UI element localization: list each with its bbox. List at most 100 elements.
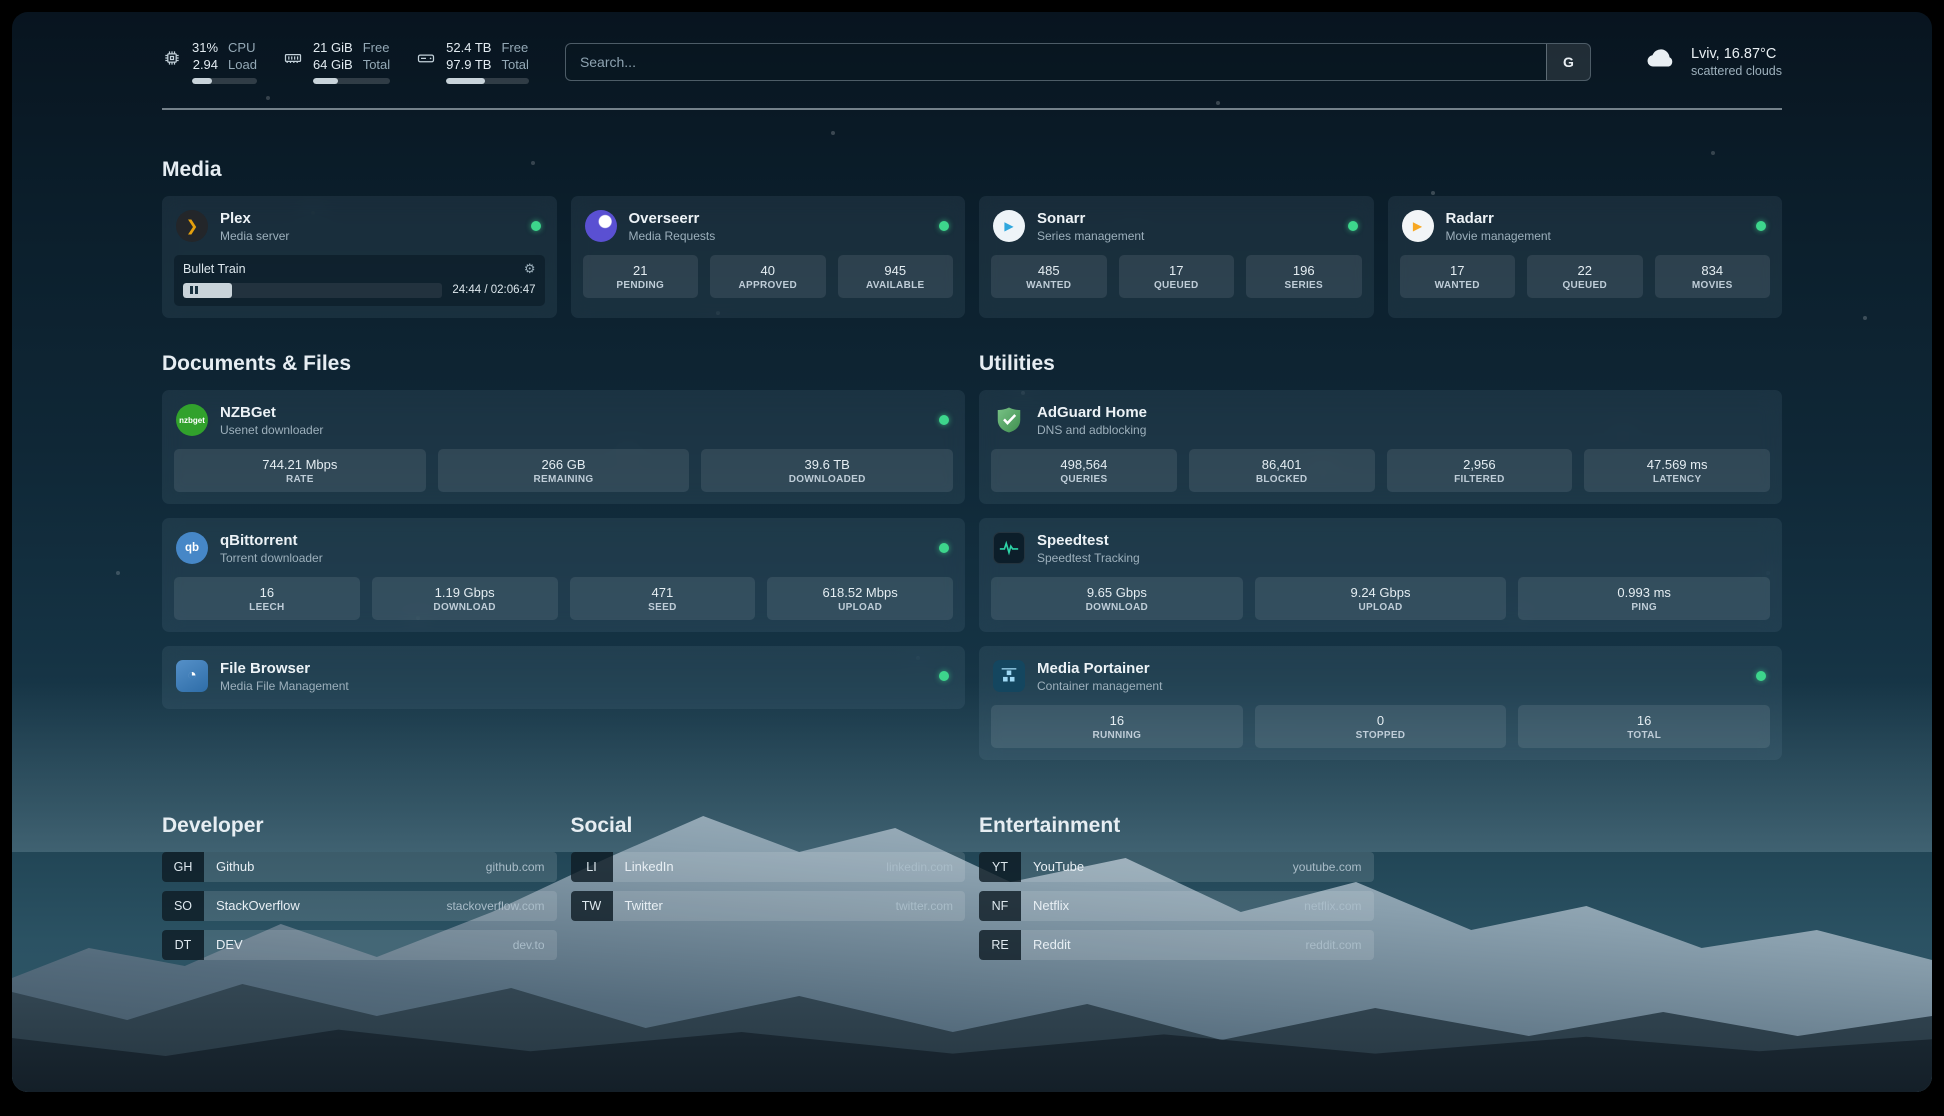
- stat-leech: 16 LEECH: [174, 577, 360, 620]
- memory-label-bottom: Total: [363, 57, 390, 74]
- disk-label-bottom: Total: [501, 57, 528, 74]
- stat-queued: 17 QUEUED: [1119, 255, 1235, 298]
- bookmark-youtube[interactable]: YT YouTube youtube.com: [979, 852, 1374, 882]
- service-card-portainer[interactable]: Media Portainer Container management 16 …: [979, 646, 1782, 760]
- disk-widget: 52.4 TB Free 97.9 TB Total: [416, 40, 529, 84]
- disk-free: 52.4 TB: [446, 40, 491, 57]
- bookmark-name: DEV: [204, 937, 243, 952]
- bookmark-domain: linkedin.com: [886, 860, 965, 874]
- bookmark-dev[interactable]: DT DEV dev.to: [162, 930, 557, 960]
- stat-blocked: 86,401 BLOCKED: [1189, 449, 1375, 492]
- gear-icon[interactable]: ⚙: [524, 261, 536, 277]
- cpu-label-top: CPU: [228, 40, 257, 57]
- topbar-divider: [162, 108, 1782, 110]
- service-card-plex[interactable]: ❯ Plex Media server Bullet Train ⚙: [162, 196, 557, 318]
- bookmark-reddit[interactable]: RE Reddit reddit.com: [979, 930, 1374, 960]
- plex-icon: ❯: [176, 210, 208, 242]
- service-name: qBittorrent: [220, 532, 323, 549]
- cpu-icon: [162, 48, 182, 68]
- service-card-radarr[interactable]: ▶ Radarr Movie management 17 WANTED 22 Q…: [1388, 196, 1783, 318]
- stat-seed: 471 SEED: [570, 577, 756, 620]
- section-title-media: Media: [162, 158, 1782, 182]
- service-description: DNS and adblocking: [1037, 423, 1147, 437]
- service-description: Container management: [1037, 679, 1162, 693]
- search-bar: G: [565, 43, 1591, 81]
- adguard-icon: [993, 404, 1025, 436]
- bookmark-group-developer: Developer GH Github github.com SO StackO…: [162, 814, 557, 969]
- service-card-speedtest[interactable]: Speedtest Speedtest Tracking 9.65 Gbps D…: [979, 518, 1782, 632]
- service-card-overseerr[interactable]: Overseerr Media Requests 21 PENDING 40 A…: [571, 196, 966, 318]
- section-title-social: Social: [571, 814, 966, 838]
- bookmark-abbr: NF: [979, 891, 1021, 921]
- cpu-percent: 31%: [192, 40, 218, 57]
- radarr-icon: ▶: [1402, 210, 1434, 242]
- service-card-nzbget[interactable]: nzbget NZBGet Usenet downloader 744.21 M…: [162, 390, 965, 504]
- search-provider-button[interactable]: G: [1546, 44, 1590, 80]
- bookmark-domain: netflix.com: [1304, 899, 1373, 913]
- qbittorrent-icon: qb: [176, 532, 208, 564]
- service-card-filebrowser[interactable]: ◔ File Browser Media File Management: [162, 646, 965, 709]
- bookmark-domain: dev.to: [513, 938, 557, 952]
- service-name: Media Portainer: [1037, 660, 1162, 677]
- stat-downloaded: 39.6 TB DOWNLOADED: [701, 449, 953, 492]
- stat-latency: 47.569 ms LATENCY: [1584, 449, 1770, 492]
- lower-card-columns: Documents & Files nzbget NZBGet Usenet d…: [162, 318, 1782, 760]
- stat-remaining: 266 GB REMAINING: [438, 449, 690, 492]
- bookmark-domain: youtube.com: [1293, 860, 1374, 874]
- search-input[interactable]: [566, 44, 1546, 80]
- service-description: Usenet downloader: [220, 423, 323, 437]
- stat-running: 16 RUNNING: [991, 705, 1243, 748]
- cloud-icon: [1641, 44, 1679, 79]
- service-description: Speedtest Tracking: [1037, 551, 1140, 565]
- memory-bar: [313, 78, 390, 84]
- cpu-label-bottom: Load: [228, 57, 257, 74]
- status-dot: [531, 221, 541, 231]
- bookmark-linkedin[interactable]: LI LinkedIn linkedin.com: [571, 852, 966, 882]
- bookmark-stackoverflow[interactable]: SO StackOverflow stackoverflow.com: [162, 891, 557, 921]
- nzbget-icon: nzbget: [176, 404, 208, 436]
- bookmark-grid-spacer: [1388, 814, 1783, 969]
- weather-widget: Lviv, 16.87°C scattered clouds: [1641, 44, 1782, 79]
- filebrowser-icon: ◔: [176, 660, 208, 692]
- cpu-bar: [192, 78, 257, 84]
- memory-total: 64 GiB: [313, 57, 353, 74]
- bookmark-abbr: SO: [162, 891, 204, 921]
- sonarr-icon: ▶: [993, 210, 1025, 242]
- bookmark-domain: twitter.com: [896, 899, 965, 913]
- utilities-column: Utilities: [979, 318, 1782, 760]
- bookmark-name: LinkedIn: [613, 859, 674, 874]
- bookmark-domain: reddit.com: [1305, 938, 1373, 952]
- memory-widget: 21 GiB Free 64 GiB Total: [283, 40, 390, 84]
- disk-label-top: Free: [501, 40, 528, 57]
- service-description: Torrent downloader: [220, 551, 323, 565]
- portainer-icon: [993, 660, 1025, 692]
- bookmark-name: Netflix: [1021, 898, 1069, 913]
- stat-upload: 9.24 Gbps UPLOAD: [1255, 577, 1507, 620]
- stat-series: 196 SERIES: [1246, 255, 1362, 298]
- stat-stopped: 0 STOPPED: [1255, 705, 1507, 748]
- speedtest-icon: [993, 532, 1025, 564]
- topbar: 31% CPU 2.94 Load 21 GiB Free: [162, 40, 1782, 84]
- bookmark-domain: stackoverflow.com: [446, 899, 556, 913]
- bookmark-abbr: YT: [979, 852, 1021, 882]
- bookmark-github[interactable]: GH Github github.com: [162, 852, 557, 882]
- pause-icon[interactable]: [190, 286, 198, 294]
- service-card-sonarr[interactable]: ▶ Sonarr Series management 485 WANTED 17…: [979, 196, 1374, 318]
- stat-wanted: 485 WANTED: [991, 255, 1107, 298]
- bookmark-netflix[interactable]: NF Netflix netflix.com: [979, 891, 1374, 921]
- playback-progress-bar[interactable]: [183, 283, 442, 298]
- service-name: Speedtest: [1037, 532, 1140, 549]
- service-card-adguard[interactable]: AdGuard Home DNS and adblocking 498,564 …: [979, 390, 1782, 504]
- section-title-documents: Documents & Files: [162, 352, 965, 376]
- dashboard-content: 31% CPU 2.94 Load 21 GiB Free: [162, 12, 1782, 969]
- service-description: Media File Management: [220, 679, 349, 693]
- bookmark-name: Reddit: [1021, 937, 1071, 952]
- bookmark-name: YouTube: [1021, 859, 1084, 874]
- bookmark-name: Twitter: [613, 898, 663, 913]
- service-card-qbittorrent[interactable]: qb qBittorrent Torrent downloader 16 LEE…: [162, 518, 965, 632]
- stat-upload: 618.52 Mbps UPLOAD: [767, 577, 953, 620]
- bookmark-abbr: TW: [571, 891, 613, 921]
- service-name: NZBGet: [220, 404, 323, 421]
- service-description: Media server: [220, 229, 289, 243]
- bookmark-twitter[interactable]: TW Twitter twitter.com: [571, 891, 966, 921]
